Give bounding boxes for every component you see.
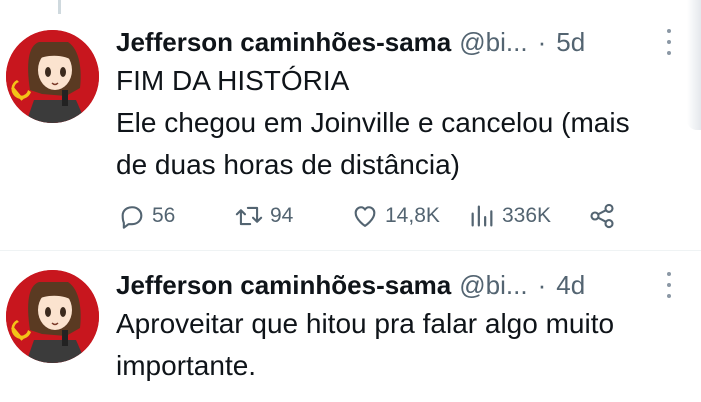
- avatar-image: [6, 270, 99, 363]
- tweet[interactable]: Jefferson caminhões-sama @bi... · 4d Apr…: [0, 250, 701, 402]
- reply-button[interactable]: 56: [118, 198, 175, 234]
- timestamp[interactable]: 4d: [556, 270, 585, 301]
- avatar-image: [6, 30, 99, 123]
- display-name[interactable]: Jefferson caminhões-sama: [116, 27, 451, 58]
- avatar[interactable]: [6, 270, 99, 363]
- tweet-text-line: FIM DA HISTÓRIA: [116, 65, 350, 96]
- user-handle[interactable]: @bi...: [459, 270, 527, 301]
- views-count: 336K: [502, 204, 552, 227]
- tweet-text-line: importante.: [116, 350, 257, 381]
- timestamp[interactable]: 5d: [556, 27, 585, 58]
- avatar[interactable]: [6, 30, 99, 123]
- retweet-icon: [235, 206, 263, 226]
- reply-icon: [121, 206, 143, 229]
- reply-count: 56: [152, 204, 176, 227]
- separator-dot: ·: [537, 269, 547, 300]
- like-count: 14,8K: [385, 204, 440, 227]
- tweet-text-line: de duas horas de distância): [116, 149, 460, 180]
- tweet-header: Jefferson caminhões-sama @bi... · 4d: [116, 268, 681, 302]
- tweet-text: FIM DA HISTÓRIA Ele chegou em Joinville …: [116, 60, 681, 186]
- display-name[interactable]: Jefferson caminhões-sama: [116, 270, 451, 301]
- tweet-actions: 56 94 14,8K 336K: [116, 198, 636, 234]
- views-icon: [471, 205, 493, 227]
- separator-dot: ·: [537, 26, 547, 57]
- user-handle[interactable]: @bi...: [459, 27, 527, 58]
- like-button[interactable]: 14,8K: [351, 198, 440, 234]
- tweet-header: Jefferson caminhões-sama @bi... · 5d: [116, 25, 681, 59]
- retweet-count: 94: [270, 204, 294, 227]
- retweet-button[interactable]: 94: [234, 198, 293, 234]
- timeline: Jefferson caminhões-sama @bi... · 5d FIM…: [0, 0, 701, 402]
- share-button[interactable]: [588, 198, 616, 234]
- more-icon[interactable]: [657, 272, 681, 298]
- tweet-text-line: Ele chegou em Joinville e cancelou (mais: [116, 107, 630, 138]
- views-button[interactable]: 336K: [468, 198, 551, 234]
- tweet-text: Aproveitar que hitou pra falar algo muit…: [116, 303, 681, 387]
- share-icon: [590, 203, 614, 229]
- like-icon: [354, 206, 376, 227]
- more-icon[interactable]: [657, 29, 681, 55]
- tweet[interactable]: Jefferson caminhões-sama @bi... · 5d FIM…: [0, 0, 701, 250]
- tweet-text-line: Aproveitar que hitou pra falar algo muit…: [116, 308, 615, 339]
